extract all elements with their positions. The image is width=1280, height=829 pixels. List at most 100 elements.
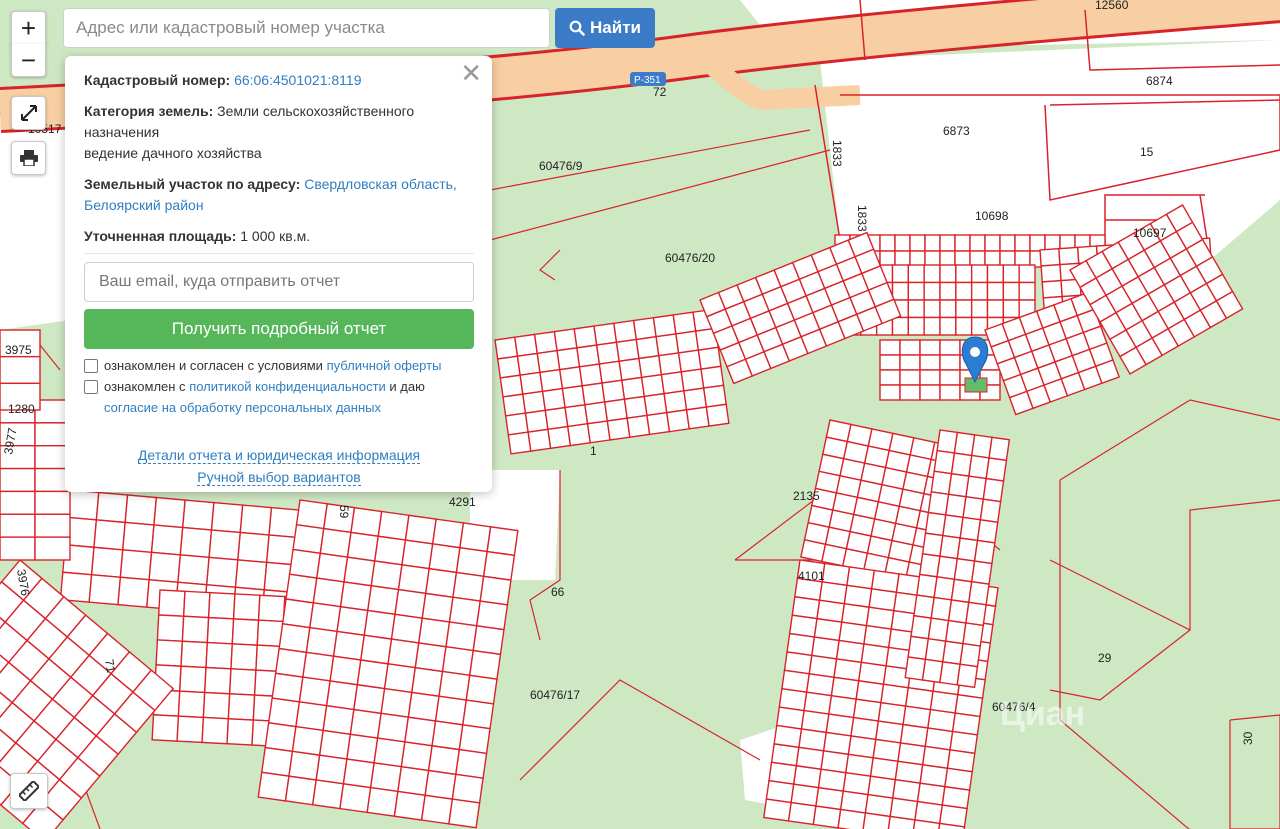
land-plot[interactable] bbox=[0, 536, 36, 561]
land-plot[interactable] bbox=[232, 593, 261, 621]
land-plot[interactable] bbox=[390, 613, 424, 644]
zoom-in-button[interactable]: + bbox=[11, 11, 46, 45]
land-plot[interactable] bbox=[278, 622, 311, 654]
land-plot[interactable] bbox=[907, 281, 925, 301]
land-plot[interactable] bbox=[150, 524, 184, 556]
land-plot[interactable] bbox=[424, 567, 458, 599]
land-plot[interactable] bbox=[366, 786, 399, 818]
land-plot[interactable] bbox=[394, 588, 427, 619]
ruler-button[interactable] bbox=[10, 773, 48, 809]
land-plot[interactable] bbox=[939, 281, 957, 301]
land-plot[interactable] bbox=[288, 750, 321, 781]
print-button[interactable] bbox=[11, 141, 46, 175]
land-plot[interactable] bbox=[95, 491, 129, 524]
land-plot[interactable] bbox=[400, 741, 433, 772]
land-plot[interactable] bbox=[465, 674, 498, 705]
land-plot[interactable] bbox=[34, 536, 71, 561]
land-plot[interactable] bbox=[206, 616, 235, 645]
land-plot[interactable] bbox=[970, 299, 989, 319]
land-plot[interactable] bbox=[387, 638, 420, 669]
land-plot[interactable] bbox=[646, 411, 671, 436]
land-plot[interactable] bbox=[812, 805, 842, 829]
land-plot[interactable] bbox=[119, 549, 153, 581]
land-plot[interactable] bbox=[441, 645, 475, 677]
land-plot[interactable] bbox=[702, 384, 727, 408]
land-plot[interactable] bbox=[955, 299, 973, 319]
land-plot[interactable] bbox=[891, 316, 910, 336]
land-plot[interactable] bbox=[377, 510, 410, 541]
land-plot[interactable] bbox=[380, 687, 413, 718]
land-plot[interactable] bbox=[428, 543, 461, 574]
land-plot[interactable] bbox=[363, 609, 396, 640]
land-plot[interactable] bbox=[424, 769, 457, 800]
land-plot[interactable] bbox=[547, 425, 572, 450]
land-plot[interactable] bbox=[356, 659, 389, 690]
land-plot[interactable] bbox=[973, 539, 996, 565]
land-plot[interactable] bbox=[697, 346, 722, 370]
land-plot[interactable] bbox=[516, 352, 541, 376]
land-plot[interactable] bbox=[226, 718, 255, 746]
land-plot[interactable] bbox=[260, 746, 294, 777]
land-plot[interactable] bbox=[353, 683, 386, 715]
land-plot[interactable] bbox=[965, 601, 987, 627]
land-plot[interactable] bbox=[553, 328, 578, 352]
land-plot[interactable] bbox=[472, 625, 505, 656]
land-plot[interactable] bbox=[264, 722, 297, 753]
land-plot[interactable] bbox=[329, 655, 362, 686]
land-plot[interactable] bbox=[479, 575, 512, 606]
land-plot[interactable] bbox=[665, 409, 691, 433]
land-plot[interactable] bbox=[821, 543, 848, 567]
land-plot[interactable] bbox=[401, 539, 434, 570]
land-plot[interactable] bbox=[837, 808, 867, 829]
land-plot[interactable] bbox=[179, 526, 213, 559]
land-plot[interactable] bbox=[420, 794, 454, 825]
land-plot[interactable] bbox=[561, 385, 586, 409]
land-plot[interactable] bbox=[404, 716, 437, 747]
land-plot[interactable] bbox=[970, 560, 993, 585]
land-plot[interactable] bbox=[151, 714, 180, 742]
land-plot[interactable] bbox=[705, 403, 730, 427]
land-plot[interactable] bbox=[339, 783, 372, 814]
land-plot[interactable] bbox=[939, 264, 957, 284]
land-plot[interactable] bbox=[117, 576, 150, 608]
search-input[interactable] bbox=[63, 8, 550, 48]
land-plot[interactable] bbox=[342, 758, 375, 789]
land-plot[interactable] bbox=[88, 573, 122, 606]
land-plot[interactable] bbox=[177, 554, 210, 586]
land-plot[interactable] bbox=[1002, 299, 1020, 319]
land-plot[interactable] bbox=[180, 640, 209, 669]
land-plot[interactable] bbox=[939, 234, 956, 252]
land-plot[interactable] bbox=[514, 333, 539, 357]
land-plot[interactable] bbox=[909, 234, 926, 252]
land-plot[interactable] bbox=[919, 384, 941, 401]
land-plot[interactable] bbox=[288, 548, 322, 579]
land-plot[interactable] bbox=[205, 641, 234, 670]
land-plot[interactable] bbox=[295, 701, 328, 732]
land-plot[interactable] bbox=[370, 560, 403, 591]
land-plot[interactable] bbox=[899, 339, 921, 356]
land-plot[interactable] bbox=[672, 311, 697, 335]
land-plot[interactable] bbox=[360, 634, 393, 665]
land-plot[interactable] bbox=[462, 699, 495, 730]
land-plot[interactable] bbox=[655, 333, 680, 357]
land-plot[interactable] bbox=[438, 670, 471, 701]
land-plot[interactable] bbox=[623, 395, 648, 419]
land-plot[interactable] bbox=[939, 369, 961, 386]
land-plot[interactable] bbox=[576, 344, 601, 368]
land-plot[interactable] bbox=[959, 642, 982, 668]
zoom-out-button[interactable]: − bbox=[11, 44, 46, 77]
land-plot[interactable] bbox=[527, 428, 552, 452]
land-plot[interactable] bbox=[274, 647, 308, 678]
land-plot[interactable] bbox=[234, 559, 268, 591]
land-plot[interactable] bbox=[496, 355, 521, 379]
land-plot[interactable] bbox=[632, 316, 657, 341]
land-plot[interactable] bbox=[638, 354, 663, 379]
manual-selection-link[interactable]: Ручной выбор вариантов bbox=[197, 469, 361, 486]
land-plot[interactable] bbox=[210, 501, 244, 534]
land-plot[interactable] bbox=[954, 234, 971, 252]
land-plot[interactable] bbox=[468, 649, 502, 680]
land-plot[interactable] bbox=[0, 355, 41, 385]
land-plot[interactable] bbox=[227, 693, 256, 721]
land-plot[interactable] bbox=[181, 499, 215, 531]
land-plot[interactable] bbox=[541, 387, 566, 412]
